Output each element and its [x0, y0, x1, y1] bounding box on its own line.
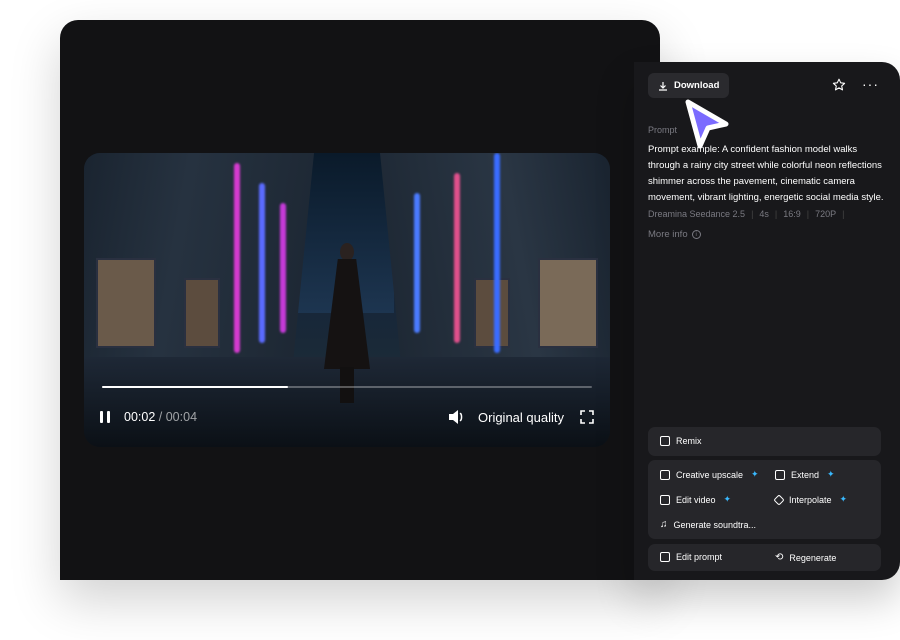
regenerate-icon: ⟲: [775, 552, 784, 563]
extend-icon: [775, 469, 785, 480]
sparkle-icon: ✦: [723, 494, 732, 504]
neon-light: [259, 183, 265, 343]
neon-light: [234, 163, 240, 353]
meta-resolution: 720P: [815, 209, 837, 219]
details-panel: Download ··· Prompt Prompt example: A co…: [634, 62, 900, 580]
edit-video-button[interactable]: Edit video ✦: [660, 494, 731, 505]
fullscreen-icon[interactable]: [580, 410, 594, 424]
player-controls: 00:02 / 00:04 Original quality: [100, 407, 594, 427]
time-separator: /: [158, 410, 163, 424]
remix-button[interactable]: Remix: [660, 436, 702, 446]
video-model-figure: [324, 243, 370, 403]
regenerate-label: Regenerate: [789, 552, 837, 563]
meta-divider: |: [751, 209, 754, 219]
time-display: 00:02 / 00:04: [124, 410, 197, 424]
neon-light: [494, 153, 500, 353]
download-button[interactable]: Download: [648, 73, 730, 98]
more-options-icon[interactable]: ···: [862, 76, 879, 92]
remix-icon: [660, 436, 670, 446]
interpolate-button[interactable]: Interpolate ✦: [773, 493, 848, 506]
sparkle-icon: ✦: [751, 469, 759, 479]
meta-ratio: 16:9: [783, 209, 801, 219]
remix-label: Remix: [676, 436, 702, 446]
duration: 00:04: [165, 410, 198, 424]
prompt-text: Prompt example: A confident fashion mode…: [648, 144, 884, 203]
extend-button[interactable]: Extend ✦: [775, 469, 835, 480]
meta-divider: |: [774, 209, 778, 219]
video-card: 00:02 / 00:04 Original quality: [60, 20, 660, 580]
progress-bar[interactable]: [102, 386, 592, 388]
neon-light: [414, 193, 420, 333]
download-label: Download: [674, 80, 720, 91]
more-info-label: More info: [648, 229, 688, 240]
pointer-cursor-icon: [685, 99, 729, 149]
music-note-icon: ♫: [660, 519, 668, 530]
upscale-icon: [660, 469, 670, 480]
edit-prompt-label: Edit prompt: [676, 552, 723, 562]
regenerate-button[interactable]: ⟲ Regenerate: [775, 552, 836, 563]
generate-soundtrack-button[interactable]: ♫ Generate soundtra...: [660, 519, 756, 530]
video-shop-window: [538, 258, 598, 348]
meta-model: Dreamina Seedance 2.5: [648, 209, 746, 219]
meta-divider: |: [806, 209, 810, 219]
edit-video-icon: [660, 494, 670, 505]
tools-box: Creative upscale ✦ Extend ✦ Edit video ✦…: [648, 460, 881, 539]
progress-fill: [102, 386, 289, 388]
stage: 00:02 / 00:04 Original quality Download …: [0, 0, 900, 640]
video-shop-window: [184, 278, 220, 348]
interpolate-label: Interpolate: [789, 494, 832, 505]
extend-label: Extend: [791, 469, 820, 480]
edit-video-label: Edit video: [676, 494, 716, 505]
generation-meta: Dreamina Seedance 2.5 | 4s | 16:9 | 720P…: [648, 209, 845, 219]
prompt-actions-box: Edit prompt ⟲ Regenerate: [648, 544, 881, 571]
prompt-heading: Prompt: [648, 125, 678, 135]
volume-icon[interactable]: [448, 409, 466, 425]
sparkle-icon: ✦: [839, 494, 848, 504]
interpolate-icon: [773, 493, 785, 506]
star-icon[interactable]: [832, 78, 846, 92]
meta-duration: 4s: [759, 209, 769, 219]
video-shop-window: [474, 278, 510, 348]
edit-prompt-button[interactable]: Edit prompt: [660, 552, 722, 562]
neon-light: [280, 203, 286, 333]
more-info-link[interactable]: More info i: [648, 229, 701, 240]
edit-prompt-icon: [660, 552, 670, 562]
pause-button[interactable]: [100, 410, 114, 424]
video-player[interactable]: 00:02 / 00:04 Original quality: [84, 153, 610, 447]
download-icon: [659, 81, 667, 91]
creative-upscale-button[interactable]: Creative upscale ✦: [660, 469, 759, 480]
quality-label[interactable]: Original quality: [478, 410, 564, 425]
remix-box: Remix: [648, 427, 881, 456]
current-time: 00:02: [124, 410, 156, 424]
video-shop-window: [96, 258, 156, 348]
meta-divider: |: [842, 209, 845, 219]
sparkle-icon: ✦: [827, 469, 835, 479]
creative-upscale-label: Creative upscale: [676, 469, 744, 480]
generate-soundtrack-label: Generate soundtra...: [673, 519, 757, 530]
info-icon: i: [691, 230, 701, 239]
neon-light: [454, 173, 460, 343]
